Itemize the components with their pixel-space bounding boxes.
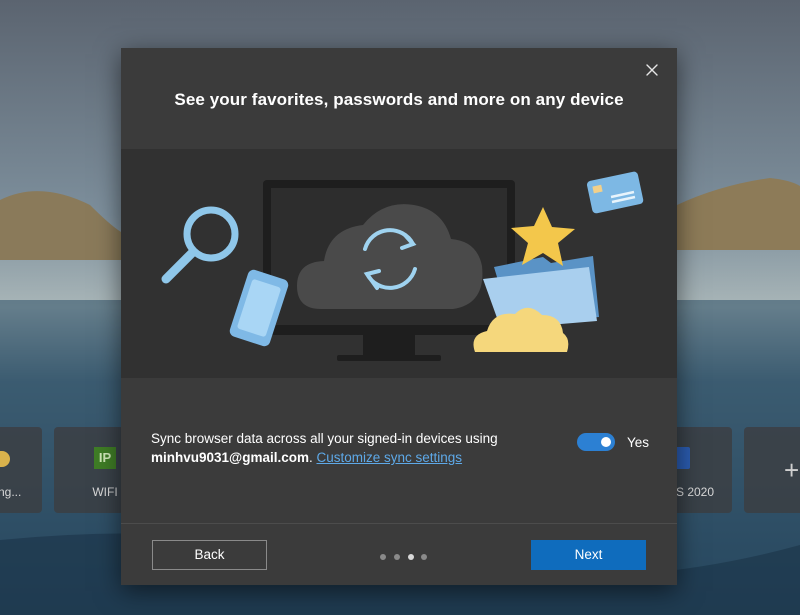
page-dot-active[interactable] bbox=[408, 554, 414, 560]
close-icon bbox=[646, 64, 658, 76]
close-button[interactable] bbox=[643, 61, 661, 79]
sync-dialog: See your favorites, passwords and more o… bbox=[121, 48, 677, 585]
magnifier-icon bbox=[161, 206, 239, 284]
sync-illustration bbox=[121, 149, 677, 378]
sync-description: Sync browser data across all your signed… bbox=[151, 429, 541, 467]
tile-label: S 2020 bbox=[676, 485, 715, 499]
phone-icon bbox=[229, 269, 289, 347]
account-email: minhvu9031@gmail.com bbox=[151, 450, 309, 465]
background-tile-2[interactable]: IP WIFI bbox=[54, 427, 124, 513]
page-dot[interactable] bbox=[394, 554, 400, 560]
plus-icon: + bbox=[784, 455, 800, 485]
ip-icon: IP bbox=[94, 447, 116, 469]
background-tile-1[interactable]: dong... bbox=[0, 427, 42, 513]
background-tile-4[interactable]: + bbox=[744, 427, 800, 513]
page-dot[interactable] bbox=[380, 554, 386, 560]
sync-toggle[interactable] bbox=[577, 433, 615, 451]
back-button[interactable]: Back bbox=[152, 540, 267, 570]
divider bbox=[121, 523, 677, 524]
next-button[interactable]: Next bbox=[531, 540, 646, 570]
page-dot[interactable] bbox=[421, 554, 427, 560]
dialog-title: See your favorites, passwords and more o… bbox=[174, 90, 624, 109]
customize-sync-link[interactable]: Customize sync settings bbox=[316, 450, 462, 465]
app-icon bbox=[0, 451, 10, 467]
toggle-label: Yes bbox=[627, 435, 650, 450]
tile-label: dong... bbox=[0, 485, 22, 499]
toggle-knob bbox=[601, 437, 611, 447]
credit-card-icon bbox=[586, 171, 644, 214]
sync-text: Sync browser data across all your signed… bbox=[151, 431, 498, 446]
